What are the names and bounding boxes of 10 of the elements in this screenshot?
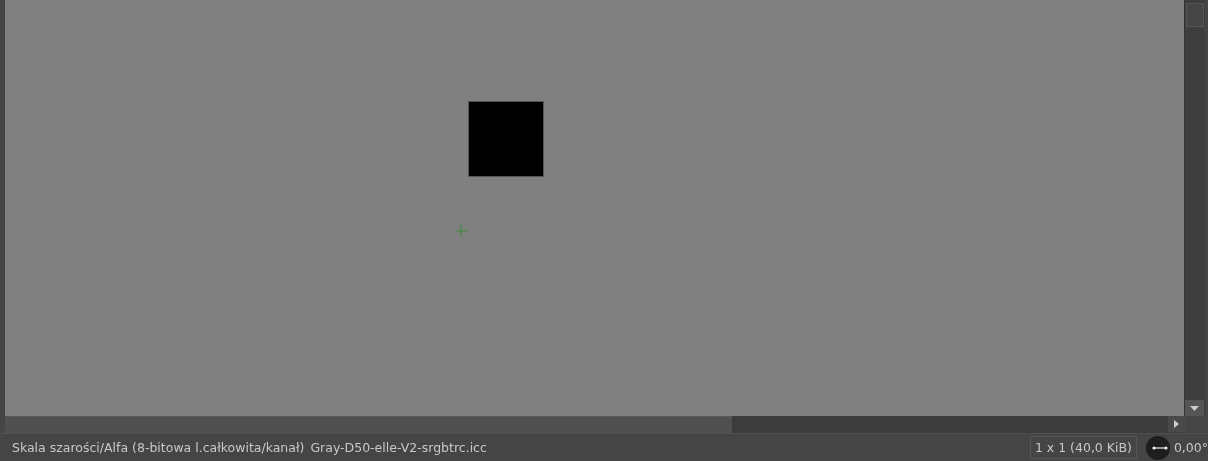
color-profile: Gray-D50-elle-V2-srgbtrc.icc — [310, 440, 487, 455]
image-mode: Skala szarości/Alfa (8-bitowa l.całkowita/kanał) — [12, 440, 305, 455]
rotation-dial-icon[interactable] — [1144, 434, 1171, 461]
crosshair-icon — [455, 225, 467, 237]
rotation-angle: 0,00° — [1173, 440, 1208, 455]
image-size: 1 x 1 (40,0 KiB) — [1029, 436, 1137, 459]
scroll-right-icon[interactable] — [1168, 416, 1185, 432]
scroll-down-icon[interactable] — [1185, 400, 1204, 416]
scrollbar-thumb[interactable] — [5, 416, 732, 433]
scrollbar-thumb[interactable] — [1186, 3, 1204, 27]
